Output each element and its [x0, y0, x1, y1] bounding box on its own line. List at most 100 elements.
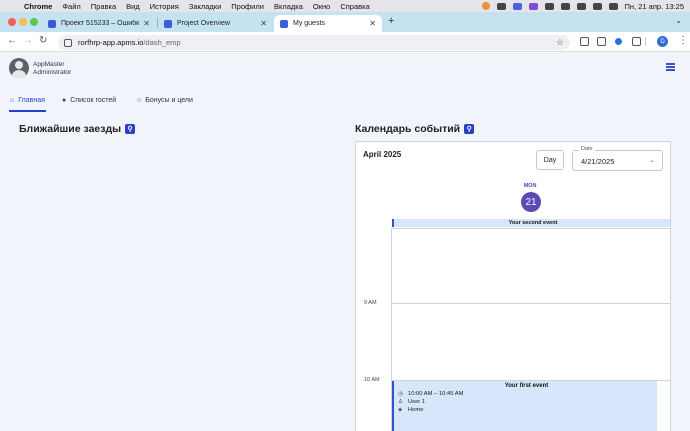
browser-tabstrip: Проект 515233 – Ошибка пр ✕ Project Over…	[0, 12, 690, 32]
url-host: rorfhrp-app.apms.io	[78, 38, 144, 47]
chevron-down-icon[interactable]: ⌄	[649, 156, 655, 164]
clock-icon: ◷	[398, 391, 403, 397]
menubar-status-area: Пн, 21 апр. 13:25	[481, 0, 684, 12]
date-field-value[interactable]: 4/21/2025	[581, 157, 614, 166]
tab-bonuses[interactable]: ○ Бонусы и цели	[137, 97, 193, 104]
upcoming-checkins-title: Ближайшие заезды	[19, 123, 122, 135]
date-picker-field[interactable]: Date 4/21/2025 ⌄	[572, 146, 663, 171]
events-calendar: April 2025 Day Date 4/21/2025 ⌄ MON 21 Y…	[355, 141, 671, 431]
window-close-icon[interactable]	[8, 18, 16, 26]
tab-home[interactable]: ⌂ Главная	[10, 97, 45, 104]
chat-icon: ○	[137, 97, 142, 104]
menu-window[interactable]: Окно	[313, 2, 330, 11]
active-tab-indicator	[9, 110, 46, 112]
events-calendar-heading: Календарь событий ⚲	[355, 123, 475, 135]
reader-mode-icon[interactable]	[580, 37, 589, 46]
wifi-icon[interactable]	[576, 2, 586, 10]
event-time: 10:00 AM – 10:45 AM	[408, 391, 464, 397]
tab-label: Проект 515233 – Ошибка пр	[61, 20, 140, 27]
event-time-row: ◷ 10:00 AM – 10:45 AM	[398, 391, 463, 397]
tab-guest-list-label: Список гостей	[70, 97, 117, 104]
person-icon: ♙	[398, 399, 403, 405]
day-view-button[interactable]: Day	[536, 150, 564, 170]
menu-app-name[interactable]: Chrome	[24, 2, 52, 11]
event-location: Home	[408, 407, 424, 413]
event-user: User 1	[408, 399, 426, 405]
tab-bonuses-label: Бонусы и цели	[145, 97, 193, 104]
timed-event-card[interactable]: Your first event ◷ 10:00 AM – 10:45 AM ♙…	[392, 381, 657, 431]
tray-app-icon[interactable]	[528, 2, 538, 10]
url-path: /dash_emp	[143, 38, 181, 47]
event-location-row: ◈ Home	[398, 407, 423, 413]
menu-profiles[interactable]: Профили	[231, 2, 264, 11]
toolbar-divider	[645, 37, 646, 46]
control-center-icon[interactable]	[608, 2, 618, 10]
tab-close-icon[interactable]: ✕	[143, 19, 150, 28]
search-icon[interactable]: ⚲	[464, 124, 475, 134]
menubar-clock[interactable]: Пн, 21 апр. 13:25	[625, 2, 684, 11]
user-role: Administrator	[33, 69, 72, 76]
tab-favicon-icon	[280, 19, 288, 28]
event-title: Your first event	[504, 383, 549, 389]
menu-view[interactable]: Вид	[126, 2, 140, 11]
home-icon: ⌂	[10, 97, 15, 104]
menu-tab[interactable]: Вкладка	[274, 2, 303, 11]
bluetooth-icon[interactable]	[544, 2, 554, 10]
forward-arrow-icon[interactable]: →	[23, 35, 33, 46]
hour-gridline	[392, 228, 670, 229]
window-minimize-icon[interactable]	[19, 18, 27, 26]
back-arrow-icon[interactable]: ←	[7, 35, 17, 46]
calendar-month-label: April 2025	[363, 150, 402, 159]
tab-close-icon[interactable]: ✕	[260, 19, 267, 28]
search-icon[interactable]: ⚲	[125, 124, 136, 134]
tab-close-icon[interactable]: ✕	[369, 19, 376, 28]
extensions-puzzle-icon[interactable]	[632, 37, 641, 46]
tab-capture-icon[interactable]	[597, 37, 606, 46]
tab-search-chevron-icon[interactable]: ⌄	[675, 16, 682, 25]
extension-dot-icon[interactable]	[615, 38, 622, 45]
tab-label: Project Overview	[177, 20, 230, 27]
hour-label-10am: 10 AM	[364, 377, 380, 383]
microphone-icon[interactable]	[481, 2, 490, 10]
menu-edit[interactable]: Правка	[91, 2, 116, 11]
site-info-icon[interactable]	[64, 38, 72, 47]
date-field-label: Date	[579, 146, 595, 152]
bookmark-star-icon[interactable]: ☆	[556, 37, 564, 48]
event-user-row: ♙ User 1	[398, 399, 425, 405]
tab-favicon-icon	[48, 19, 56, 28]
upcoming-checkins-heading: Ближайшие заезды ⚲	[19, 123, 136, 135]
browser-tab-my-guests[interactable]: My guests ✕	[274, 15, 382, 32]
tab-guest-list[interactable]: ● Список гостей	[62, 97, 116, 104]
display-icon[interactable]	[496, 2, 506, 10]
day-number-badge[interactable]: 21	[521, 192, 541, 212]
spotlight-search-icon[interactable]	[592, 2, 602, 10]
browser-toolbar: ← → ↻ rorfhrp-app.apms.io/dash_emp ☆ D ⋮	[0, 32, 690, 52]
profile-avatar-icon[interactable]: D	[657, 36, 668, 47]
battery-icon[interactable]	[560, 2, 570, 10]
day-of-week-label: MON	[523, 183, 537, 189]
events-calendar-title: Календарь событий	[355, 123, 461, 135]
menu-history[interactable]: История	[150, 2, 179, 11]
all-day-event[interactable]: Your second event	[392, 219, 670, 227]
browser-menu-icon[interactable]: ⋮	[678, 35, 688, 46]
tab-home-label: Главная	[18, 97, 45, 104]
user-avatar[interactable]	[9, 58, 29, 78]
window-zoom-icon[interactable]	[30, 18, 38, 26]
browser-tab-project-overview[interactable]: Project Overview ✕	[158, 15, 273, 32]
reload-icon[interactable]: ↻	[39, 35, 47, 46]
menu-file[interactable]: Файл	[62, 2, 80, 11]
macos-menubar: Chrome Файл Правка Вид История Закладки …	[0, 0, 690, 12]
location-pin-icon: ◈	[398, 407, 403, 413]
hour-gridline	[392, 303, 670, 304]
person-icon: ●	[62, 97, 67, 104]
menu-help[interactable]: Справка	[340, 2, 369, 11]
menu-bookmarks[interactable]: Закладки	[189, 2, 221, 11]
grid-app-icon[interactable]	[512, 2, 522, 10]
browser-tab-project[interactable]: Проект 515233 – Ошибка пр ✕	[42, 15, 156, 32]
new-tab-icon[interactable]: +	[388, 15, 394, 27]
hamburger-menu-icon[interactable]	[666, 63, 675, 71]
user-name: AppMaster	[33, 61, 65, 68]
tab-label: My guests	[293, 20, 325, 27]
tab-favicon-icon	[164, 19, 172, 28]
address-bar[interactable]: rorfhrp-app.apms.io/dash_emp ☆	[58, 35, 570, 50]
